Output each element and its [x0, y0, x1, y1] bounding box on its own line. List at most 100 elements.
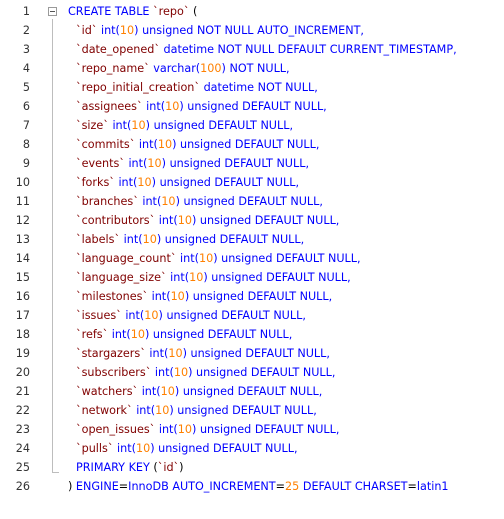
code-line[interactable]: 1 CREATE TABLE `repo` (	[0, 2, 504, 21]
sql-type: int(	[158, 214, 178, 227]
code-line[interactable]: 3 `date_opened` datetime NOT NULL DEFAULT…	[0, 40, 504, 59]
sql-identifier: `repo`	[153, 5, 190, 18]
sql-type: latin1	[416, 480, 449, 493]
sql-identifier: `date_opened`	[76, 43, 160, 56]
code-line[interactable]: 19 `stargazers` int(10) unsigned DEFAULT …	[0, 344, 504, 363]
code-line[interactable]: 21 `watchers` int(10) unsigned DEFAULT NU…	[0, 382, 504, 401]
code-text: `repo_initial_creation` datetime NOT NUL…	[76, 78, 318, 97]
sql-type: datetime NOT NULL DEFAULT CURRENT_TIMEST…	[163, 43, 457, 56]
sql-type: int(	[123, 233, 143, 246]
line-number: 17	[15, 309, 30, 322]
sql-identifier: `issues`	[76, 309, 122, 322]
sql-identifier: `forks`	[76, 176, 115, 189]
sql-type: int(	[149, 347, 169, 360]
code-text: `branches` int(10) unsigned DEFAULT NULL…	[76, 192, 323, 211]
code-line[interactable]: 23 `open_issues` int(10) unsigned DEFAULT…	[0, 420, 504, 439]
code-text: `commits` int(10) unsigned DEFAULT NULL,	[76, 135, 319, 154]
line-number: 7	[22, 119, 30, 132]
code-line[interactable]: 14 `language_count` int(10) unsigned DEFA…	[0, 249, 504, 268]
sql-type: int(	[128, 157, 148, 170]
sql-identifier: `size`	[76, 119, 109, 132]
sql-type: int(	[111, 328, 131, 341]
code-text: `language_count` int(10) unsigned DEFAUL…	[76, 249, 361, 268]
code-line[interactable]: 7 `size` int(10) unsigned DEFAULT NULL,	[0, 116, 504, 135]
sql-type: int(	[117, 442, 136, 455]
line-number: 5	[22, 81, 30, 94]
sql-number: 10	[168, 347, 183, 360]
sql-identifier: `events`	[76, 157, 125, 170]
sql-type: ) unsigned NOT NULL AUTO_INCREMENT,	[134, 24, 364, 37]
code-line[interactable]: 25 PRIMARY KEY (`id`)	[0, 458, 504, 477]
sql-type: ) unsigned DEFAULT NULL,	[213, 252, 361, 265]
line-number: 11	[15, 195, 30, 208]
code-line[interactable]: 8 `commits` int(10) unsigned DEFAULT NULL…	[0, 135, 504, 154]
code-line[interactable]: 20 `subscribers` int(10) unsigned DEFAULT…	[0, 363, 504, 382]
code-line[interactable]: 17 `issues` int(10) unsigned DEFAULT NULL…	[0, 306, 504, 325]
sql-type: int(	[158, 423, 178, 436]
code-line[interactable]: 9 `events` int(10) unsigned DEFAULT NULL,	[0, 154, 504, 173]
code-line[interactable]: 6 `assignees` int(10) unsigned DEFAULT NU…	[0, 97, 504, 116]
code-line[interactable]: 4 `repo_name` varchar(100) NOT NULL,	[0, 59, 504, 78]
code-line[interactable]: 16 `milestones` int(10) unsigned DEFAULT …	[0, 287, 504, 306]
collapse-fold-icon[interactable]	[48, 7, 57, 16]
line-number: 24	[15, 442, 30, 455]
sql-number: 10	[144, 309, 159, 322]
code-text: `contributors` int(10) unsigned DEFAULT …	[76, 211, 339, 230]
code-line[interactable]: 12 `contributors` int(10) unsigned DEFAUL…	[0, 211, 504, 230]
line-number: 3	[22, 43, 30, 56]
sql-type: int(	[125, 309, 145, 322]
sql-keyword: AUTO_INCREMENT	[172, 480, 276, 493]
sql-keyword: ENGINE	[75, 480, 119, 493]
sql-number: 10	[198, 252, 214, 265]
sql-number: 25	[285, 480, 300, 493]
sql-type: int(	[141, 385, 161, 398]
sql-type: int(	[154, 366, 174, 379]
sql-punctuation: )	[179, 461, 184, 474]
sql-number: 10	[137, 176, 152, 189]
sql-identifier: `labels`	[76, 233, 121, 246]
sql-type: int(	[112, 119, 132, 132]
code-line[interactable]: 24 `pulls` int(10) unsigned DEFAULT NULL,	[0, 439, 504, 458]
sql-number: 10	[160, 385, 175, 398]
sql-punctuation: (	[189, 5, 198, 18]
code-line[interactable]: 10 `forks` int(10) unsigned DEFAULT NULL,	[0, 173, 504, 192]
code-text: `issues` int(10) unsigned DEFAULT NULL,	[76, 306, 306, 325]
sql-punctuation: =	[407, 480, 417, 493]
code-text: `id` int(10) unsigned NOT NULL AUTO_INCR…	[76, 21, 364, 40]
sql-number: 10	[173, 366, 189, 379]
sql-identifier: `commits`	[76, 138, 136, 151]
code-line[interactable]: 5 `repo_initial_creation` datetime NOT NU…	[0, 78, 504, 97]
sql-number: 10	[165, 100, 180, 113]
sql-code-editor[interactable]: 1 CREATE TABLE `repo` (2 `id` int(10) unsi…	[0, 0, 504, 519]
code-line[interactable]: 26) ENGINE=InnoDB AUTO_INCREMENT=25 DEFA…	[0, 477, 504, 496]
sql-punctuation: )	[68, 480, 76, 493]
sql-identifier: `repo_name`	[76, 62, 150, 75]
sql-identifier: `contributors`	[76, 214, 156, 227]
code-text: `milestones` int(10) unsigned DEFAULT NU…	[76, 287, 332, 306]
sql-type: ) unsigned DEFAULT NULL,	[179, 100, 327, 113]
sql-number: 10	[170, 290, 185, 303]
code-text: CREATE TABLE `repo` (	[68, 2, 197, 21]
code-line[interactable]: 22 `network` int(10) unsigned DEFAULT NUL…	[0, 401, 504, 420]
code-line[interactable]: 11 `branches` int(10) unsigned DEFAULT NU…	[0, 192, 504, 211]
sql-identifier: `milestones`	[76, 290, 149, 303]
code-text: `language_size` int(10) unsigned DEFAULT…	[76, 268, 351, 287]
sql-type: datetime NOT NULL,	[203, 81, 318, 94]
sql-type: int(	[100, 24, 120, 37]
sql-number: 10	[135, 442, 151, 455]
sql-type: ) unsigned DEFAULT NULL,	[158, 309, 306, 322]
line-number: 21	[15, 385, 30, 398]
code-text: `date_opened` datetime NOT NULL DEFAULT …	[76, 40, 457, 59]
code-line[interactable]: 2 `id` int(10) unsigned NOT NULL AUTO_INC…	[0, 21, 504, 40]
sql-type: ) unsigned DEFAULT NULL,	[169, 404, 317, 417]
code-line[interactable]: 15 `language_size` int(10) unsigned DEFAU…	[0, 268, 504, 287]
code-line[interactable]: 18 `refs` int(10) unsigned DEFAULT NULL,	[0, 325, 504, 344]
sql-identifier: `assignees`	[76, 100, 143, 113]
code-text: `events` int(10) unsigned DEFAULT NULL,	[76, 154, 309, 173]
code-line[interactable]: 13 `labels` int(10) unsigned DEFAULT NULL…	[0, 230, 504, 249]
sql-number: 10	[189, 271, 204, 284]
line-number: 14	[15, 252, 30, 265]
sql-type: int(	[136, 404, 156, 417]
line-number: 4	[22, 62, 30, 75]
line-number: 25	[15, 461, 30, 474]
